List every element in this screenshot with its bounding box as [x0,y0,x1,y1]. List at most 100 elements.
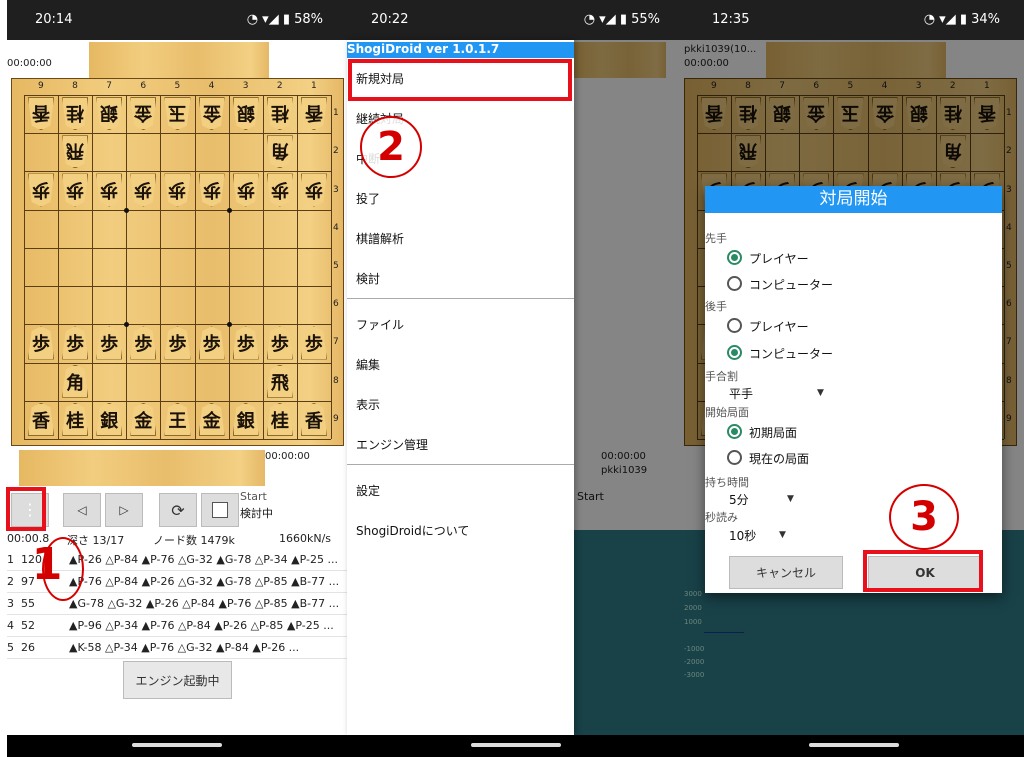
screen-1: 20:14 ◔ ▾◢ ▮ 58% 00:00:00 98765432112345… [7,0,347,757]
shogi-piece[interactable]: 歩 [58,171,92,209]
shogi-piece[interactable]: 歩 [195,171,229,209]
step-1-circle [42,537,84,601]
shogi-piece[interactable]: 桂 [263,401,297,439]
analysis-status: Start [240,490,267,503]
cancel-button[interactable]: キャンセル [729,556,843,589]
menu-item[interactable]: 検討 [356,270,380,287]
shogi-piece[interactable]: 歩 [92,324,126,362]
shogi-piece[interactable]: 桂 [58,95,92,133]
shogi-piece[interactable]: 王 [160,401,194,439]
grid-line [24,286,331,288]
file-label: 5 [174,81,181,91]
menu-item[interactable]: 投了 [356,190,380,207]
menu-item[interactable]: 設定 [356,482,380,499]
rank-label: 4 [333,222,339,233]
menu-item[interactable]: エンジン管理 [356,436,428,453]
shogi-piece[interactable]: 歩 [229,171,263,209]
shogi-piece[interactable]: 桂 [58,401,92,439]
current-position-radio[interactable] [727,450,742,465]
menu-item[interactable]: 棋譜解析 [356,230,404,247]
nav-bar [7,735,347,757]
sente-player-label: プレイヤー [749,252,809,266]
analyze-button[interactable]: ⟳ [159,493,197,527]
shogi-piece[interactable]: 金 [195,401,229,439]
shogi-piece[interactable]: 歩 [24,324,58,362]
drawer-title: ShogiDroid ver 1.0.1.7 [347,42,574,58]
shogi-piece[interactable]: 桂 [263,95,297,133]
shogi-piece[interactable]: 金 [126,95,160,133]
shogi-piece[interactable]: 香 [24,401,58,439]
gote-player-radio[interactable] [727,318,742,333]
menu-item[interactable]: ShogiDroidについて [356,522,469,539]
captured-pieces-bottom [19,450,265,486]
shogi-piece[interactable]: 角 [58,363,92,401]
shogi-piece[interactable]: 歩 [126,324,160,362]
sente-computer-radio[interactable] [727,276,742,291]
sente-player-radio[interactable] [727,250,742,265]
file-label: 2 [276,81,283,91]
status-time: 12:35 [712,12,750,27]
shogi-piece[interactable]: 歩 [297,324,331,362]
file-label: 3 [242,81,249,91]
shogi-piece[interactable]: 銀 [92,95,126,133]
shogi-piece[interactable]: 飛 [58,133,92,171]
shogi-piece[interactable]: 歩 [263,324,297,362]
pv-row[interactable]: 5 26 ▲K-58 △P-34 ▲P-76 △G-32 ▲P-84 ▲P-26… [7,638,347,659]
initial-position-label: 初期局面 [749,426,798,440]
current-position-label: 現在の局面 [749,452,810,466]
pv-rank: 4 [7,619,14,632]
shogi-piece[interactable]: 香 [297,95,331,133]
shogi-piece[interactable]: 歩 [160,324,194,362]
time-select[interactable]: 5分 [729,491,749,508]
dropdown-arrow-icon: ▼ [787,494,794,504]
captured-pieces-top [89,42,269,78]
shogi-piece[interactable]: 角 [263,133,297,171]
engine-status-button[interactable]: エンジン起動中 [123,661,232,699]
gote-player-label: プレイヤー [749,320,809,334]
next-move-button[interactable]: ▷ [105,493,143,527]
shogi-piece[interactable]: 銀 [229,95,263,133]
stat-nps: 1660kN/s [279,532,332,545]
shogi-piece[interactable]: 歩 [160,171,194,209]
rank-label: 9 [333,413,339,424]
shogi-piece[interactable]: 銀 [229,401,263,439]
menu-item[interactable]: 表示 [356,396,380,413]
byoyomi-select[interactable]: 10秒 [729,527,756,544]
highlight-new-game [348,59,572,101]
rank-label: 1 [333,108,339,119]
stop-button[interactable] [201,493,239,527]
shogi-piece[interactable]: 歩 [263,171,297,209]
shogi-piece[interactable]: 香 [297,401,331,439]
gote-computer-radio[interactable] [727,345,742,360]
shogi-piece[interactable]: 歩 [229,324,263,362]
handicap-select[interactable]: 平手 [729,385,753,402]
pv-row[interactable]: 4 52 ▲P-96 △P-34 ▲P-76 △P-84 ▲P-26 △P-85… [7,616,347,637]
shogi-board[interactable]: 987654321123456789香桂銀金玉金銀桂香飛角歩歩歩歩歩歩歩歩歩歩歩… [11,78,344,446]
pv-score: 52 [21,619,35,632]
menu-item[interactable]: 編集 [356,356,380,373]
shogi-piece[interactable]: 玉 [160,95,194,133]
prev-move-button[interactable]: ◁ [63,493,101,527]
pv-moves: ▲P-26 △P-84 ▲P-76 △G-32 ▲G-78 △P-34 ▲P-2… [69,553,338,566]
shogi-piece[interactable]: 金 [126,401,160,439]
shogi-piece[interactable]: 歩 [126,171,160,209]
status-bar: 12:35 ◔ ▾◢ ▮ 34% [684,0,1024,40]
shogi-piece[interactable]: 歩 [92,171,126,209]
rank-label: 8 [333,375,339,386]
shogi-piece[interactable]: 銀 [92,401,126,439]
menu-divider [347,298,574,299]
shogi-piece[interactable]: 歩 [297,171,331,209]
rank-label: 3 [333,184,339,195]
bottom-clock: 00:00:00 [265,451,310,462]
shogi-piece[interactable]: 歩 [24,171,58,209]
shogi-piece[interactable]: 歩 [195,324,229,362]
shogi-piece[interactable]: 飛 [263,363,297,401]
menu-item[interactable]: ファイル [356,316,404,333]
top-clock: 00:00:00 [7,58,52,69]
pv-moves: ▲P-76 △P-84 ▲P-26 △G-32 ▲G-78 △P-85 ▲B-7… [69,575,340,588]
dialog-title: 対局開始 [705,186,1002,213]
initial-position-radio[interactable] [727,424,742,439]
shogi-piece[interactable]: 歩 [58,324,92,362]
shogi-piece[interactable]: 金 [195,95,229,133]
shogi-piece[interactable]: 香 [24,95,58,133]
